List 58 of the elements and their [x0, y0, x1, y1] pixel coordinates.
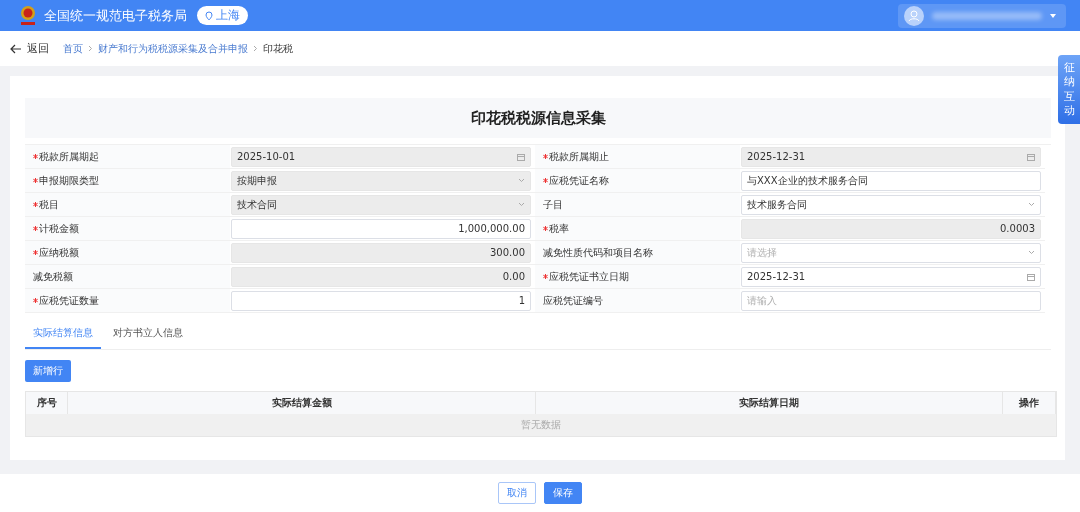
- save-button[interactable]: 保存: [544, 482, 582, 504]
- location-pin-icon: [205, 10, 213, 21]
- breadcrumb-item: 印花税: [263, 41, 293, 56]
- chevron-down-icon: [1028, 250, 1035, 255]
- input-field[interactable]: 与XXX企业的技术服务合同: [741, 170, 1041, 191]
- required-icon: [543, 154, 548, 159]
- avatar-icon: [904, 5, 924, 26]
- required-icon: [33, 250, 38, 255]
- field-label: 申报期限类型: [39, 173, 99, 188]
- back-button[interactable]: 返回: [10, 41, 49, 56]
- calendar-icon: [517, 152, 525, 161]
- tab[interactable]: 实际结算信息: [25, 321, 101, 349]
- field-label: 税目: [39, 197, 59, 212]
- chevron-down-icon: [518, 202, 525, 207]
- required-icon: [543, 274, 548, 279]
- field-label: 子目: [543, 197, 563, 212]
- chevron-icon: [253, 45, 258, 52]
- field-label: 税款所属期起: [39, 149, 99, 164]
- region-selector[interactable]: 上海: [197, 6, 248, 25]
- emblem-icon: [18, 4, 38, 27]
- breadcrumb-item[interactable]: 首页: [63, 41, 83, 56]
- required-icon: [33, 226, 38, 231]
- required-icon: [543, 178, 548, 183]
- add-row-button[interactable]: 新增行: [25, 360, 71, 382]
- field-label: 计税金额: [39, 221, 79, 236]
- calendar-icon: [1027, 152, 1035, 161]
- chevron-down-icon: [518, 178, 525, 183]
- cancel-button[interactable]: 取消: [498, 482, 536, 504]
- field-label: 应税凭证数量: [39, 293, 99, 308]
- side-tab[interactable]: 征纳互动: [1058, 55, 1080, 125]
- required-icon: [543, 226, 548, 231]
- user-menu[interactable]: [898, 3, 1066, 28]
- empty-message: 暂无数据: [26, 414, 1056, 436]
- required-icon: [33, 298, 38, 303]
- breadcrumb-item[interactable]: 财产和行为税税源采集及合并申报: [98, 41, 248, 56]
- field-label: 应税凭证编号: [543, 293, 603, 308]
- field-label: 应税凭证书立日期: [549, 269, 629, 284]
- required-icon: [33, 154, 38, 159]
- calendar-icon: [1027, 272, 1035, 281]
- field-label: 应税凭证名称: [549, 173, 609, 188]
- required-icon: [33, 178, 38, 183]
- field-label: 税款所属期止: [549, 149, 609, 164]
- site-title: 全国统一规范电子税务局: [44, 6, 187, 25]
- date-field[interactable]: 2025-12-31: [741, 266, 1041, 287]
- field-label: 减免税额: [33, 269, 73, 284]
- select-field[interactable]: 技术服务合同: [741, 194, 1041, 215]
- field-label: 税率: [549, 221, 569, 236]
- chevron-icon: [88, 45, 93, 52]
- input-field[interactable]: 1,000,000.00: [231, 218, 531, 239]
- field-label: 应纳税额: [39, 245, 79, 260]
- caret-icon: [1050, 13, 1056, 18]
- field-label: 减免性质代码和项目名称: [543, 245, 653, 260]
- required-icon: [33, 202, 38, 207]
- chevron-down-icon: [1028, 202, 1035, 207]
- back-arrow-icon: [10, 43, 22, 54]
- form-title: 印花税税源信息采集: [25, 98, 1051, 138]
- tab[interactable]: 对方书立人信息: [105, 321, 191, 349]
- input-field[interactable]: 1: [231, 290, 531, 311]
